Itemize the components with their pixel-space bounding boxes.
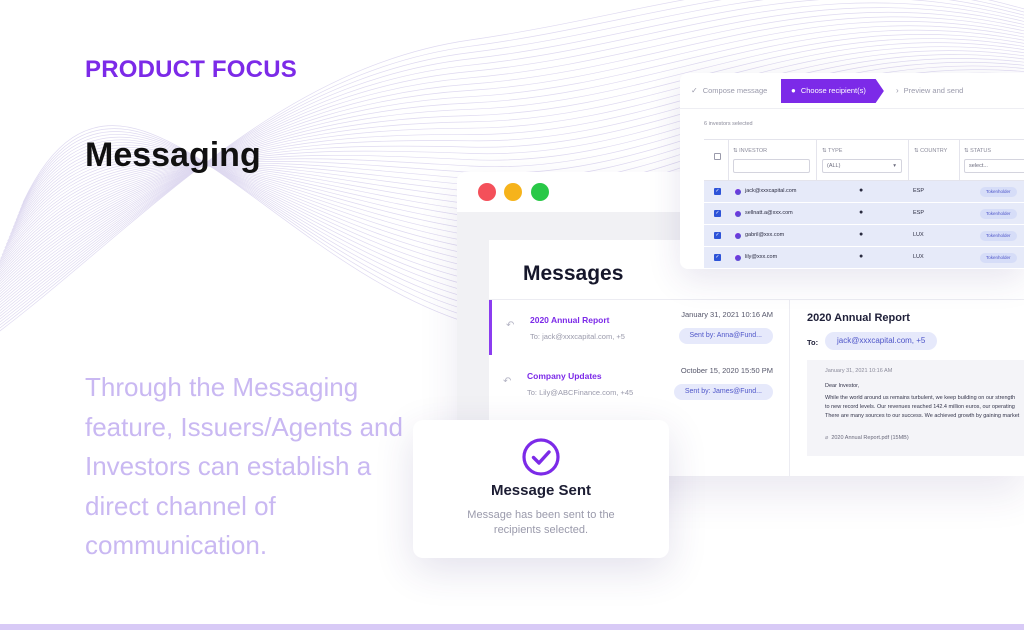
bottom-accent-bar [0, 624, 1024, 630]
person-icon: ● [859, 231, 864, 238]
step-label: Preview and send [903, 86, 964, 95]
status-badge: Tokenholder [980, 209, 1017, 219]
status-filter-select[interactable]: select... [964, 159, 1024, 173]
investor-email: jack@xxxcapital.com [745, 188, 797, 194]
message-detail-date: January 31, 2021 10:16 AM [825, 368, 893, 374]
choose-recipients-card: ✓ Compose message ● Choose recipient(s) › P… [680, 73, 1024, 269]
row-checkbox[interactable]: ✓ [714, 188, 721, 195]
type-filter-value: (ALL) [827, 163, 841, 169]
message-attachment[interactable]: ⌀ 2020 Annual Report.pdf (15MB) [825, 435, 1024, 441]
message-body-text: While the world around us remains turbul… [825, 394, 1024, 421]
compose-stepper: ✓ Compose message ● Choose recipient(s) › P… [680, 73, 1024, 109]
avatar [735, 211, 741, 217]
message-body-line: to new record levels. Our revenues reach… [825, 404, 1015, 410]
investors-table: ⇅ INVESTOR ⇅ TYPE ⇅ COUNTRY ⇅ STATUS (AL… [704, 139, 1024, 269]
message-list-item[interactable]: ↶ 2020 Annual Report To: jack@xxxcapital… [489, 300, 789, 355]
column-header-country[interactable]: ⇅ COUNTRY [914, 148, 947, 154]
window-close-button[interactable] [478, 183, 496, 201]
person-icon: ● [859, 209, 864, 216]
selected-count: 6 investors selected [704, 121, 753, 127]
table-row[interactable]: ✓ jack@xxxcapital.com ● ESP Tokenholder [704, 181, 1024, 203]
reply-icon: ↶ [503, 376, 512, 387]
messages-heading: Messages [523, 262, 624, 285]
message-recipients: To: jack@xxxcapital.com, +5 [530, 332, 625, 341]
window-maximize-button[interactable] [531, 183, 549, 201]
message-recipients: To: Lily@ABCFinance.com, +45 [527, 388, 634, 397]
page-title: Messaging [85, 136, 261, 174]
message-greeting: Dear Investor, [825, 383, 860, 389]
window-minimize-button[interactable] [504, 183, 522, 201]
feature-description: Through the Messaging feature, Issuers/A… [85, 372, 403, 560]
select-all-checkbox[interactable] [714, 153, 721, 160]
chevron-right-icon: › [896, 86, 899, 95]
investor-email: gabril@xxx.com [745, 232, 785, 238]
table-row[interactable]: ✓ gabril@xxx.com ● LUX Tokenholder [704, 225, 1024, 247]
status-filter-value: select... [969, 163, 988, 169]
message-detail-title: 2020 Annual Report [807, 312, 910, 324]
message-date: October 15, 2020 15:50 PM [680, 366, 773, 375]
toast-message: Message has been sent to the recipients … [467, 509, 615, 536]
divider [789, 299, 790, 476]
status-badge: Tokenholder [980, 253, 1017, 263]
avatar [735, 189, 741, 195]
check-circle-icon [522, 438, 560, 476]
message-sender-badge: Sent by: Anna@Fund... [678, 328, 773, 344]
paperclip-icon: ⌀ [825, 435, 829, 441]
table-row[interactable]: ✓ sellnatt.a@xxx.com ● ESP Tokenholder [704, 203, 1024, 225]
column-header-label: STATUS [970, 148, 992, 154]
row-checkbox[interactable]: ✓ [714, 232, 721, 239]
message-list-item[interactable]: ↶ Company Updates To: Lily@ABCFinance.co… [489, 356, 789, 411]
toast-title: Message Sent [490, 482, 592, 499]
type-filter-select[interactable]: (ALL) ▾ [822, 159, 902, 173]
column-header-type[interactable]: ⇅ TYPE [822, 148, 842, 154]
message-detail-to-label: To: [807, 338, 819, 347]
step-choose-recipients[interactable]: ● Choose recipient(s) [781, 79, 884, 103]
investor-country: ESP [913, 188, 925, 194]
reply-icon: ↶ [506, 320, 515, 331]
table-header: ⇅ INVESTOR ⇅ TYPE ⇅ COUNTRY ⇅ STATUS (AL… [704, 139, 1024, 181]
row-checkbox[interactable]: ✓ [714, 254, 721, 261]
avatar [735, 255, 741, 261]
investor-country: LUX [913, 232, 924, 238]
person-icon: ● [859, 253, 864, 260]
status-badge: Tokenholder [980, 231, 1017, 241]
message-body-line: There are many sources to our success. W… [825, 413, 1020, 419]
investor-country: ESP [913, 210, 925, 216]
check-circle-icon: ✓ [691, 86, 698, 95]
message-sent-toast: Message Sent Message has been sent to th… [413, 420, 669, 558]
column-header-label: COUNTRY [920, 148, 948, 154]
investor-email: lily@xxx.com [745, 254, 778, 260]
message-detail-recipient-chip[interactable]: jack@xxxcapital.com, +5 [825, 332, 938, 350]
avatar [735, 233, 741, 239]
column-header-label: INVESTOR [739, 148, 768, 154]
person-icon: ● [859, 187, 864, 194]
message-sender-badge: Sent by: James@Fund... [673, 384, 773, 400]
message-body-line: While the world around us remains turbul… [825, 395, 1016, 401]
investor-filter-input[interactable] [733, 159, 810, 173]
status-badge: Tokenholder [980, 187, 1017, 197]
eyebrow-label: PRODUCT FOCUS [85, 56, 297, 83]
dropdown-caret-icon: ▾ [893, 163, 896, 169]
step-label: Choose recipient(s) [800, 86, 866, 95]
attachment-name: 2020 Annual Report.pdf (15MB) [831, 435, 909, 441]
column-header-status[interactable]: ⇅ STATUS [964, 148, 991, 154]
column-header-investor[interactable]: ⇅ INVESTOR [733, 148, 767, 154]
message-detail-body: January 31, 2021 10:16 AM Dear Investor,… [807, 360, 1024, 456]
message-subject: Company Updates [527, 371, 602, 381]
step-compose-message[interactable]: ✓ Compose message [691, 73, 767, 109]
table-row[interactable]: ✓ lily@xxx.com ● LUX Tokenholder [704, 247, 1024, 269]
investor-country: LUX [913, 254, 924, 260]
step-label: Compose message [702, 86, 768, 95]
message-date: January 31, 2021 10:16 AM [681, 310, 773, 319]
step-preview-and-send[interactable]: › Preview and send [896, 73, 963, 109]
investor-email: sellnatt.a@xxx.com [745, 210, 793, 216]
row-checkbox[interactable]: ✓ [714, 210, 721, 217]
step-indicator-icon: ● [791, 86, 796, 95]
column-header-label: TYPE [828, 148, 843, 154]
message-subject: 2020 Annual Report [530, 315, 610, 325]
